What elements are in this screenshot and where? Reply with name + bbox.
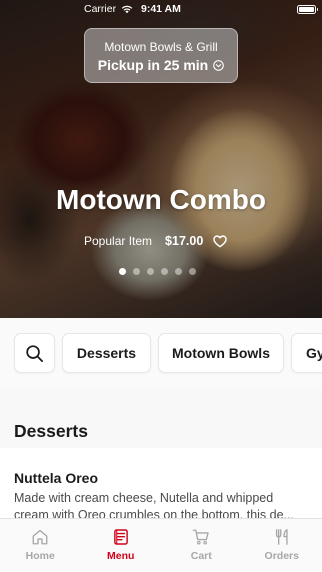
- status-bar: Carrier 9:41 AM: [0, 0, 322, 20]
- menu-item-name: Nuttela Oreo: [14, 470, 99, 486]
- tab-cart-label: Cart: [190, 550, 212, 562]
- popular-badge: Popular Item: [84, 234, 153, 248]
- carrier-label: Carrier: [84, 3, 117, 15]
- tab-orders[interactable]: Orders: [242, 519, 322, 572]
- menu-item[interactable]: Nuttela Oreo Made with cream cheese, Nut…: [0, 448, 322, 528]
- carousel-dot[interactable]: [147, 268, 154, 275]
- featured-item-title: Motown Combo: [56, 184, 266, 215]
- carousel-dot[interactable]: [189, 268, 196, 275]
- tab-bar: Home Menu Cart Orders: [0, 518, 322, 572]
- section-title: Desserts: [14, 421, 88, 441]
- search-button[interactable]: [14, 333, 55, 373]
- category-chip-desserts[interactable]: Desserts: [62, 333, 151, 373]
- category-chip-motown-bowls[interactable]: Motown Bowls: [158, 333, 284, 373]
- home-icon: [32, 529, 48, 545]
- tab-home[interactable]: Home: [0, 519, 81, 572]
- tab-cart[interactable]: Cart: [161, 519, 242, 572]
- carousel-dot[interactable]: [175, 268, 182, 275]
- category-chip-gyros[interactable]: Gyros: [291, 333, 322, 373]
- chevron-down-icon: [213, 59, 225, 71]
- carousel-dot[interactable]: [119, 268, 126, 275]
- menu-icon: [113, 529, 128, 545]
- search-icon: [26, 344, 44, 362]
- wifi-icon: [121, 5, 133, 14]
- featured-item-price: $17.00: [165, 234, 204, 248]
- pickup-selector[interactable]: Motown Bowls & Grill Pickup in 25 min: [84, 28, 238, 83]
- tab-menu-label: Menu: [107, 550, 135, 562]
- hero-banner[interactable]: Carrier 9:41 AM Motown Bowls & Grill Pic…: [0, 0, 322, 318]
- clock: 9:41 AM: [141, 3, 181, 15]
- battery-icon: [297, 5, 318, 14]
- tab-menu[interactable]: Menu: [81, 519, 162, 572]
- section-header: Desserts: [0, 388, 322, 448]
- featured-item-meta: Popular Item $17.00: [84, 233, 228, 249]
- store-name: Motown Bowls & Grill: [104, 40, 218, 54]
- carousel-dot[interactable]: [161, 268, 168, 275]
- tab-home-label: Home: [25, 550, 55, 562]
- tab-orders-label: Orders: [264, 550, 299, 562]
- cart-icon: [192, 529, 209, 545]
- carousel-dots[interactable]: [119, 268, 196, 275]
- category-bar: Desserts Motown Bowls Gyros: [0, 318, 322, 388]
- pickup-time: Pickup in 25 min: [97, 57, 209, 73]
- fork-knife-icon: [275, 529, 288, 545]
- carousel-dot[interactable]: [133, 268, 140, 275]
- heart-icon[interactable]: [213, 234, 228, 248]
